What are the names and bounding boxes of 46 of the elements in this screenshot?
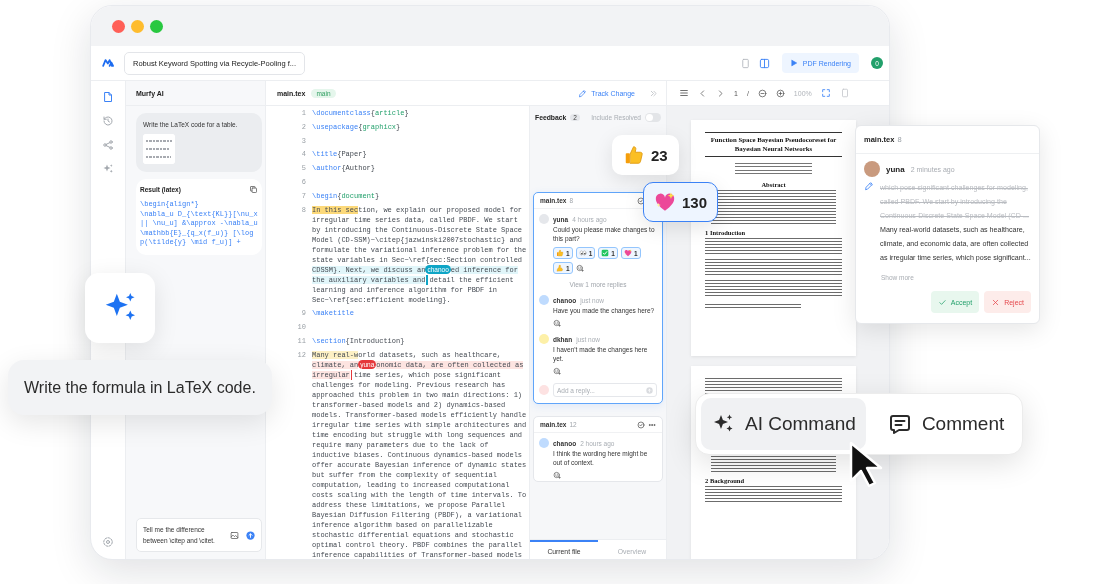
resolve-icon[interactable] [637, 196, 645, 205]
close-icon [991, 297, 1001, 307]
add-reaction-icon[interactable] [575, 264, 584, 272]
thumbs-up-icon [623, 144, 645, 166]
logo-icon [102, 56, 116, 70]
author-name: yuna [886, 164, 905, 174]
ai-command-button[interactable]: AI Command [701, 398, 866, 450]
copy-icon[interactable] [249, 185, 258, 194]
history-icon[interactable] [102, 115, 114, 127]
zoom-in-icon[interactable] [775, 88, 785, 98]
share-icon[interactable] [102, 139, 114, 151]
pencil-icon [578, 88, 588, 98]
file-icon[interactable] [102, 91, 114, 103]
eyes-icon [578, 249, 587, 257]
toggle-switch[interactable] [645, 112, 661, 122]
comment-icon [887, 412, 912, 436]
split-view-icon[interactable] [758, 57, 770, 69]
previous-page-icon[interactable] [698, 88, 707, 98]
fit-width-icon[interactable] [820, 88, 831, 98]
sparkle-icon[interactable] [102, 163, 114, 175]
comment-button[interactable]: Comment [877, 398, 1015, 450]
reaction-badge[interactable]: 23 [612, 135, 679, 175]
resolve-icon[interactable] [637, 420, 645, 429]
chat-message: Write the formula in LaTeX code. [8, 360, 272, 415]
heart-icon [623, 249, 632, 257]
settings-icon[interactable] [102, 536, 114, 548]
play-icon [789, 59, 798, 67]
send-button[interactable] [246, 530, 255, 540]
pencil-icon [864, 181, 874, 191]
check-mark-icon [601, 249, 610, 257]
heart-icon [654, 191, 676, 213]
next-page-icon[interactable] [716, 88, 725, 98]
add-reaction-icon[interactable] [553, 471, 561, 479]
close-button[interactable] [112, 19, 125, 33]
image-icon[interactable] [230, 530, 239, 540]
check-icon [937, 297, 947, 307]
menu-icon[interactable] [679, 88, 689, 98]
flexed-arm-icon [556, 264, 564, 272]
avatar [864, 161, 880, 177]
maximize-button[interactable] [150, 19, 163, 33]
add-reaction-icon[interactable] [553, 367, 561, 375]
add-reaction-icon[interactable] [553, 319, 561, 327]
single-page-icon[interactable] [739, 57, 751, 69]
thumbs-up-icon [556, 249, 564, 257]
reaction-badge[interactable]: 130 [643, 182, 719, 222]
zoom-out-icon[interactable] [757, 88, 767, 98]
